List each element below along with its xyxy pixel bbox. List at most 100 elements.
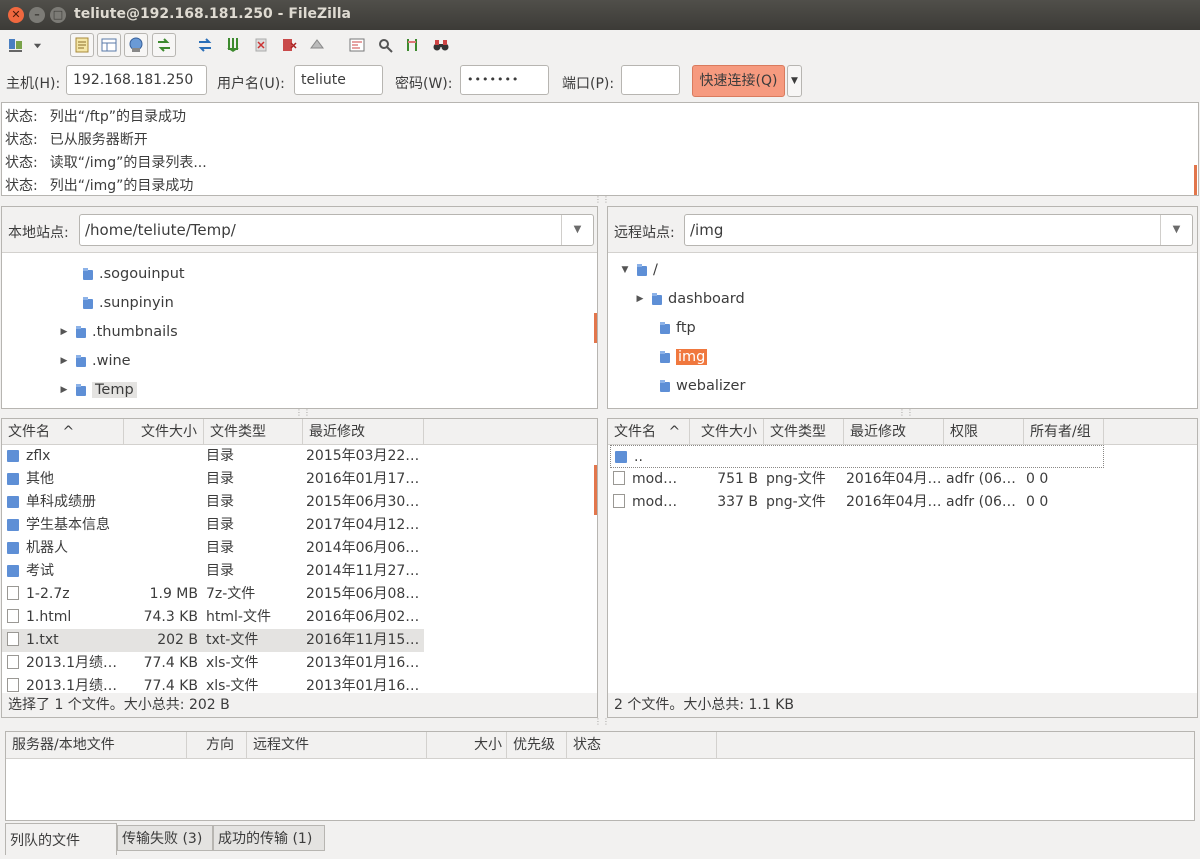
file-icon <box>7 609 19 623</box>
username-input[interactable]: teliute <box>294 65 383 95</box>
local-file-list[interactable]: 文件名 ^ 文件大小 文件类型 最近修改 zflx 目录 2015年03月22… 其他… <box>1 418 598 718</box>
reconnect-icon[interactable] <box>305 33 329 57</box>
tree-node[interactable]: ▶ .thumbnails <box>57 321 178 343</box>
tree-node[interactable]: img <box>641 346 708 368</box>
table-row[interactable]: mod… 751 Bpng-文件 2016年04月… adfr (06… 0 0 <box>608 468 1104 491</box>
port-input[interactable] <box>621 65 680 95</box>
tree-node[interactable]: ftp <box>641 317 696 339</box>
local-tree-scrollbar[interactable] <box>594 313 597 343</box>
table-row[interactable]: 单科成绩册 目录 2015年06月30… <box>2 491 424 514</box>
parent-directory-row[interactable]: .. <box>610 445 1104 468</box>
tab-failed-transfers[interactable]: 传输失败 (3) <box>117 825 213 851</box>
splitter-handle[interactable]: ⋮⋮ <box>295 409 311 417</box>
minimize-window-button[interactable]: – <box>29 7 45 23</box>
transfer-queue[interactable]: 服务器/本地文件 方向 远程文件 大小 优先级 状态 <box>5 731 1195 821</box>
site-manager-icon[interactable] <box>4 33 28 57</box>
column-modified[interactable]: 最近修改 <box>303 419 424 445</box>
table-row[interactable]: zflx 目录 2015年03月22… <box>2 445 424 468</box>
table-row[interactable]: 其他 目录 2016年01月17… <box>2 468 424 491</box>
quickconnect-history-dropdown[interactable]: ▼ <box>787 65 802 97</box>
tree-node[interactable]: ▼ / <box>618 259 658 281</box>
file-icon <box>7 586 19 600</box>
disconnect-icon[interactable] <box>277 33 301 57</box>
remote-tree-toggle-icon[interactable] <box>124 33 148 57</box>
refresh-icon[interactable] <box>193 33 217 57</box>
password-input[interactable]: ••••••• <box>460 65 549 95</box>
table-row[interactable]: 考试 目录 2014年11月27… <box>2 560 424 583</box>
column-size[interactable]: 文件大小 <box>124 419 204 445</box>
tree-node[interactable]: .sogouinput <box>64 263 185 285</box>
splitter-handle[interactable]: ⋮⋮ <box>594 196 610 204</box>
column-type[interactable]: 文件类型 <box>204 419 303 445</box>
table-row[interactable]: 机器人 目录 2014年06月06… <box>2 537 424 560</box>
toolbar <box>0 30 1200 60</box>
column-status[interactable]: 状态 <box>567 732 717 758</box>
message-log[interactable]: 状态: 列出“/ftp”的目录成功 状态: 已从服务器断开 状态: 读取“/img”的… <box>1 102 1199 196</box>
local-site-label: 本地站点: <box>8 225 69 241</box>
local-status: 选择了 1 个文件。大小总共: 202 B <box>2 693 597 717</box>
folder-icon <box>659 322 671 334</box>
compare-icon[interactable] <box>373 33 397 57</box>
column-direction[interactable]: 方向 <box>187 732 247 758</box>
tab-successful-transfers[interactable]: 成功的传输 (1) <box>213 825 325 851</box>
filter-icon[interactable] <box>345 33 369 57</box>
folder-icon <box>75 355 87 367</box>
tree-node[interactable]: ▶ Temp <box>57 379 137 401</box>
column-permissions[interactable]: 权限 <box>944 419 1024 445</box>
column-name[interactable]: 文件名 ^ <box>2 419 124 445</box>
dropdown-arrow-icon[interactable] <box>30 33 44 57</box>
sync-browse-icon[interactable] <box>401 33 425 57</box>
column-owner[interactable]: 所有者/组 <box>1024 419 1104 445</box>
log-scrollbar[interactable] <box>1194 165 1197 195</box>
message-log-toggle-icon[interactable] <box>70 33 94 57</box>
column-modified[interactable]: 最近修改 <box>844 419 944 445</box>
folder-icon <box>651 293 663 305</box>
column-size[interactable]: 大小 <box>427 732 507 758</box>
chevron-down-icon[interactable]: ▼ <box>1160 215 1192 245</box>
tree-node[interactable]: ▶ dashboard <box>633 288 745 310</box>
maximize-window-button[interactable]: □ <box>50 7 66 23</box>
table-row[interactable]: mod… 337 Bpng-文件 2016年04月… adfr (06… 0 0 <box>608 491 1104 514</box>
splitter-handle[interactable]: ⋮⋮ <box>898 409 914 417</box>
table-row[interactable]: 1-2.7z 1.9 MB 7z-文件 2015年06月08… <box>2 583 424 606</box>
tab-queued-files[interactable]: 列队的文件 <box>5 823 117 855</box>
local-list-scrollbar[interactable] <box>594 465 597 515</box>
queue-tabs: 列队的文件 传输失败 (3) 成功的传输 (1) <box>0 823 1200 859</box>
splitter-handle[interactable]: ⋮⋮ <box>594 718 610 726</box>
remote-directory-tree[interactable]: ▼ / ▶ dashboard ftp img webalizer <box>608 252 1197 408</box>
host-input[interactable]: 192.168.181.250 <box>66 65 207 95</box>
transfer-queue-toggle-icon[interactable] <box>152 33 176 57</box>
log-line: 状态: 列出“/ftp”的目录成功 <box>5 109 186 125</box>
table-row[interactable]: 1.html 74.3 KB html-文件 2016年06月02… <box>2 606 424 629</box>
tree-node[interactable]: webalizer <box>641 375 745 397</box>
host-label: 主机(H): <box>6 76 61 92</box>
column-priority[interactable]: 优先级 <box>507 732 567 758</box>
column-remote-file[interactable]: 远程文件 <box>247 732 427 758</box>
column-size[interactable]: 文件大小 <box>690 419 764 445</box>
remote-file-list[interactable]: 文件名 ^ 文件大小 文件类型 最近修改 权限 所有者/组 .. mod… 751… <box>607 418 1198 718</box>
process-queue-icon[interactable] <box>221 33 245 57</box>
chevron-down-icon[interactable]: ▼ <box>561 215 593 245</box>
local-directory-tree[interactable]: .sogouinput .sunpinyin ▶ .thumbnails ▶ .wi… <box>2 252 597 408</box>
password-label: 密码(W): <box>395 76 453 92</box>
quickconnect-button[interactable]: 快速连接(Q) <box>692 65 785 97</box>
search-icon[interactable] <box>429 33 453 57</box>
table-row[interactable]: 学生基本信息 目录 2017年04月12… <box>2 514 424 537</box>
cancel-operation-icon[interactable] <box>249 33 273 57</box>
file-icon <box>613 494 625 508</box>
table-row[interactable]: 2013.1月绩… 77.4 KB xls-文件 2013年01月16… <box>2 652 424 675</box>
column-name[interactable]: 文件名 ^ <box>608 419 690 445</box>
tree-node[interactable]: ▶ .wine <box>57 350 131 372</box>
local-tree-toggle-icon[interactable] <box>97 33 121 57</box>
remote-path-combo[interactable]: /img ▼ <box>684 214 1193 246</box>
queue-header: 服务器/本地文件 方向 远程文件 大小 优先级 状态 <box>6 732 1194 759</box>
close-window-button[interactable]: ✕ <box>8 7 24 23</box>
tree-node[interactable]: .sunpinyin <box>64 292 174 314</box>
column-type[interactable]: 文件类型 <box>764 419 844 445</box>
local-path-combo[interactable]: /home/teliute/Temp/ ▼ <box>79 214 594 246</box>
table-row[interactable]: 1.txt 202 Btxt-文件 2016年11月15… <box>2 629 424 652</box>
column-server-local-file[interactable]: 服务器/本地文件 <box>6 732 187 758</box>
file-icon <box>613 471 625 485</box>
folder-icon <box>75 326 87 338</box>
file-icon <box>7 655 19 669</box>
